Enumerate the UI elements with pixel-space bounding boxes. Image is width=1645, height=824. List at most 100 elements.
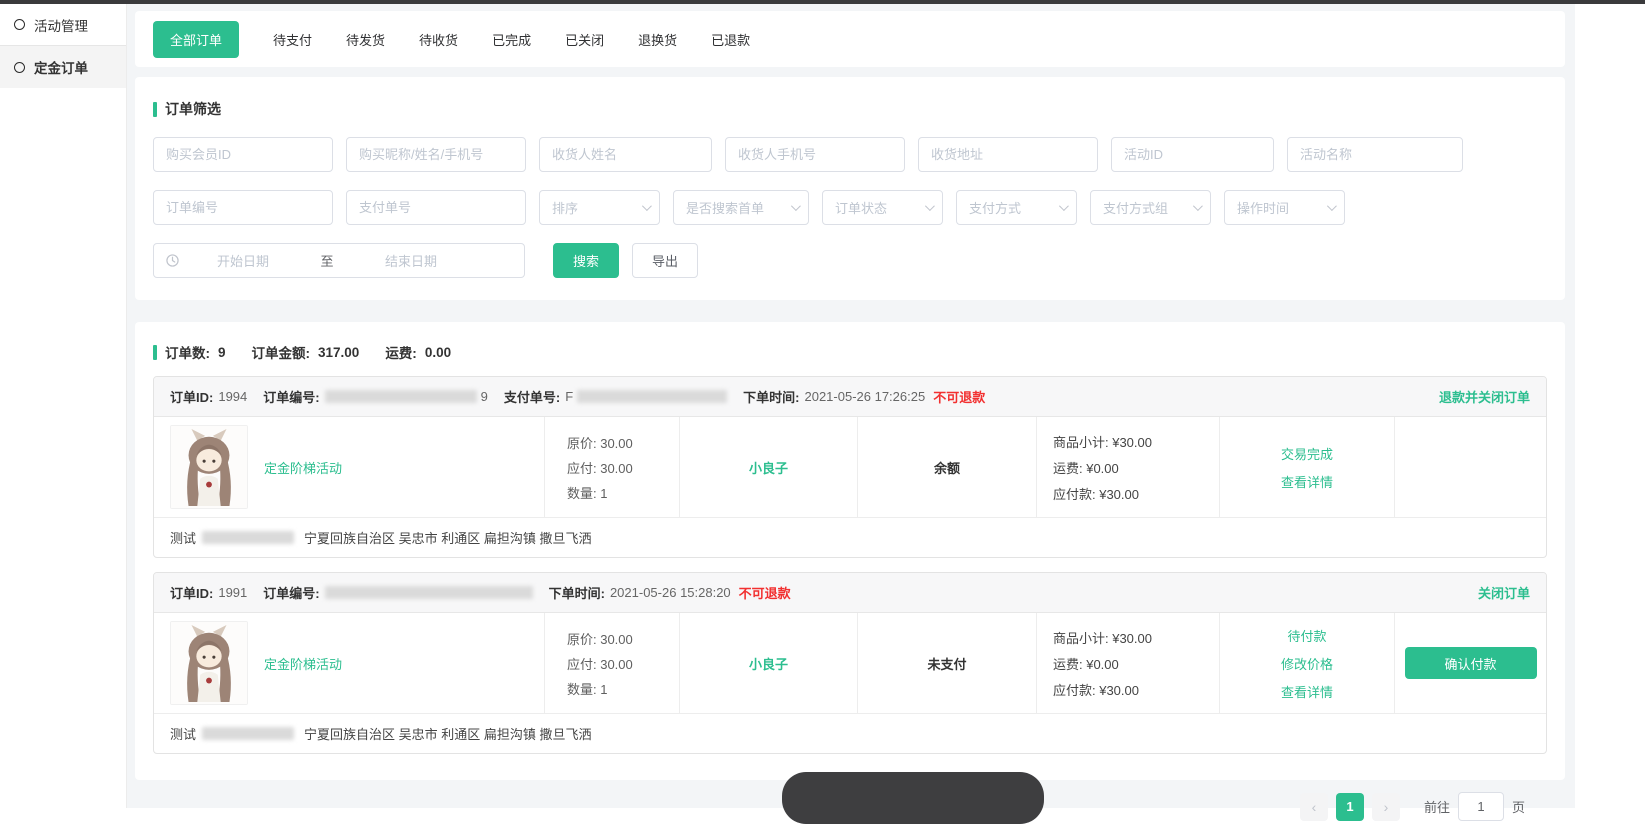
tab-return-exchange[interactable]: 退换货 bbox=[638, 30, 677, 49]
product-image bbox=[170, 621, 248, 705]
order-amount-value: 317.00 bbox=[318, 345, 359, 360]
payment-number-input[interactable] bbox=[346, 190, 526, 225]
chevron-down-icon bbox=[1327, 201, 1337, 211]
payable-price: 应付: 30.00 bbox=[567, 654, 633, 673]
buyer-member-id-input[interactable] bbox=[153, 137, 333, 172]
search-button[interactable]: 搜索 bbox=[553, 243, 619, 278]
modify-price-link[interactable]: 修改价格 bbox=[1281, 654, 1333, 673]
date-range-separator: 至 bbox=[307, 251, 347, 270]
payment-method-group-select[interactable]: 支付方式组 bbox=[1090, 190, 1211, 225]
payment-method-select-placeholder: 支付方式 bbox=[969, 198, 1021, 217]
order-time-label: 下单时间: bbox=[743, 387, 799, 406]
filter-row-2: 排序 是否搜索首单 订单状态 支付方式 支付方式组 操作时间 bbox=[153, 190, 1547, 225]
totals-cell: 商品小计: ¥30.00 运费: ¥0.00 应付款: ¥30.00 bbox=[1036, 417, 1219, 517]
original-price: 原价: 30.00 bbox=[567, 433, 633, 452]
order-footer-address: 测试 宁夏回族自治区 吴忠市 利通区 扁担沟镇 撒旦飞洒 bbox=[154, 713, 1546, 753]
buyer-cell[interactable]: 小良子 bbox=[679, 613, 857, 713]
tab-pending-receipt[interactable]: 待收货 bbox=[419, 30, 458, 49]
buyer-cell[interactable]: 小良子 bbox=[679, 417, 857, 517]
order-id-value: 1994 bbox=[218, 389, 247, 404]
tab-completed[interactable]: 已完成 bbox=[492, 30, 531, 49]
tab-pending-shipment[interactable]: 待发货 bbox=[346, 30, 385, 49]
price-cell: 原价: 30.00 应付: 30.00 数量: 1 bbox=[544, 613, 679, 713]
consignee-name-input[interactable] bbox=[539, 137, 712, 172]
order-no-label: 订单编号: bbox=[263, 583, 319, 602]
section-accent-bar bbox=[153, 102, 157, 117]
export-button[interactable]: 导出 bbox=[632, 243, 698, 278]
sort-select[interactable]: 排序 bbox=[539, 190, 660, 225]
sort-select-placeholder: 排序 bbox=[552, 198, 578, 217]
order-status-select[interactable]: 订单状态 bbox=[822, 190, 943, 225]
product-name-link[interactable]: 定金阶梯活动 bbox=[264, 458, 342, 477]
order-card-1991: 订单ID: 1991 订单编号: 下单时间: 2021-05-26 15:28:… bbox=[153, 572, 1547, 754]
tab-all-orders[interactable]: 全部订单 bbox=[153, 21, 239, 58]
first-order-select-placeholder: 是否搜索首单 bbox=[686, 198, 764, 217]
non-refundable-badge: 不可退款 bbox=[933, 387, 985, 406]
order-id-label: 订单ID: bbox=[170, 387, 213, 406]
freight-amount: 运费: ¥0.00 bbox=[1053, 654, 1119, 673]
freight-label: 运费: bbox=[385, 342, 417, 362]
chevron-down-icon bbox=[1059, 201, 1069, 211]
price-cell: 原价: 30.00 应付: 30.00 数量: 1 bbox=[544, 417, 679, 517]
order-filter-panel: 订单筛选 排序 是否搜索首单 订单状态 bbox=[135, 77, 1565, 300]
sidebar-item-activity-management[interactable]: 活动管理 bbox=[0, 4, 126, 46]
section-accent-bar bbox=[153, 345, 157, 360]
order-body: 定金阶梯活动 原价: 30.00 应付: 30.00 数量: 1 小良子 余额 … bbox=[154, 417, 1546, 517]
page-1-button[interactable]: 1 bbox=[1336, 793, 1364, 821]
shipping-address-input[interactable] bbox=[918, 137, 1098, 172]
end-date-placeholder: 结束日期 bbox=[347, 251, 475, 270]
payment-method-select[interactable]: 支付方式 bbox=[956, 190, 1077, 225]
action-cell: 确认付款 bbox=[1394, 613, 1546, 713]
consignee-address: 宁夏回族自治区 吴忠市 利通区 扁担沟镇 撒旦飞洒 bbox=[304, 724, 591, 743]
amount-due: 应付款: ¥30.00 bbox=[1053, 680, 1139, 699]
next-page-button[interactable]: › bbox=[1372, 793, 1400, 821]
tab-pending-payment[interactable]: 待支付 bbox=[273, 30, 312, 49]
status-cell: 交易完成 查看详情 bbox=[1219, 417, 1394, 517]
sidebar-item-label: 定金订单 bbox=[34, 57, 88, 77]
goto-page-input[interactable] bbox=[1458, 792, 1504, 821]
order-amount-label: 订单金额: bbox=[252, 342, 311, 362]
order-no-label: 订单编号: bbox=[263, 387, 319, 406]
view-details-link[interactable]: 查看详情 bbox=[1281, 472, 1333, 491]
order-header: 订单ID: 1991 订单编号: 下单时间: 2021-05-26 15:28:… bbox=[154, 573, 1546, 613]
tab-refunded[interactable]: 已退款 bbox=[711, 30, 750, 49]
chevron-down-icon bbox=[791, 201, 801, 211]
chevron-down-icon bbox=[925, 201, 935, 211]
prev-page-button[interactable]: ‹ bbox=[1300, 793, 1328, 821]
order-body: 定金阶梯活动 原价: 30.00 应付: 30.00 数量: 1 小良子 未支付… bbox=[154, 613, 1546, 713]
tab-closed[interactable]: 已关闭 bbox=[565, 30, 604, 49]
consignee-phone-input[interactable] bbox=[725, 137, 905, 172]
date-range-picker[interactable]: 开始日期 至 结束日期 bbox=[153, 243, 525, 278]
order-count-value: 9 bbox=[218, 345, 226, 360]
confirm-payment-button[interactable]: 确认付款 bbox=[1405, 647, 1537, 679]
order-id-value: 1991 bbox=[218, 585, 247, 600]
sidebar-item-deposit-orders[interactable]: 定金订单 bbox=[0, 46, 126, 88]
totals-cell: 商品小计: ¥30.00 运费: ¥0.00 应付款: ¥30.00 bbox=[1036, 613, 1219, 713]
order-time-value: 2021-05-26 17:26:25 bbox=[804, 389, 925, 404]
view-details-link[interactable]: 查看详情 bbox=[1281, 682, 1333, 701]
activity-id-input[interactable] bbox=[1111, 137, 1274, 172]
order-status-text: 交易完成 bbox=[1281, 444, 1333, 463]
filter-row-1 bbox=[153, 137, 1547, 172]
operation-time-select-placeholder: 操作时间 bbox=[1237, 198, 1289, 217]
buyer-nickname-input[interactable] bbox=[346, 137, 526, 172]
product-name-link[interactable]: 定金阶梯活动 bbox=[264, 654, 342, 673]
original-price: 原价: 30.00 bbox=[567, 629, 633, 648]
sidebar-item-label: 活动管理 bbox=[34, 15, 88, 35]
refund-and-close-order-link[interactable]: 退款并关闭订单 bbox=[1439, 387, 1530, 406]
first-order-select[interactable]: 是否搜索首单 bbox=[673, 190, 809, 225]
operation-time-select[interactable]: 操作时间 bbox=[1224, 190, 1345, 225]
quantity: 数量: 1 bbox=[567, 483, 607, 502]
goto-label: 前往 bbox=[1424, 797, 1450, 816]
order-number-input[interactable] bbox=[153, 190, 333, 225]
quantity: 数量: 1 bbox=[567, 679, 607, 698]
chevron-right-icon: › bbox=[1384, 799, 1389, 815]
redacted-consignee-phone bbox=[202, 531, 294, 544]
activity-name-input[interactable] bbox=[1287, 137, 1463, 172]
close-order-link[interactable]: 关闭订单 bbox=[1478, 583, 1530, 602]
goods-subtotal: 商品小计: ¥30.00 bbox=[1053, 432, 1152, 451]
order-header: 订单ID: 1994 订单编号: 9 支付单号: F 下单时间: 2021-05… bbox=[154, 377, 1546, 417]
order-no-suffix: 9 bbox=[481, 389, 488, 404]
chevron-left-icon: ‹ bbox=[1312, 799, 1317, 815]
order-id-label: 订单ID: bbox=[170, 583, 213, 602]
